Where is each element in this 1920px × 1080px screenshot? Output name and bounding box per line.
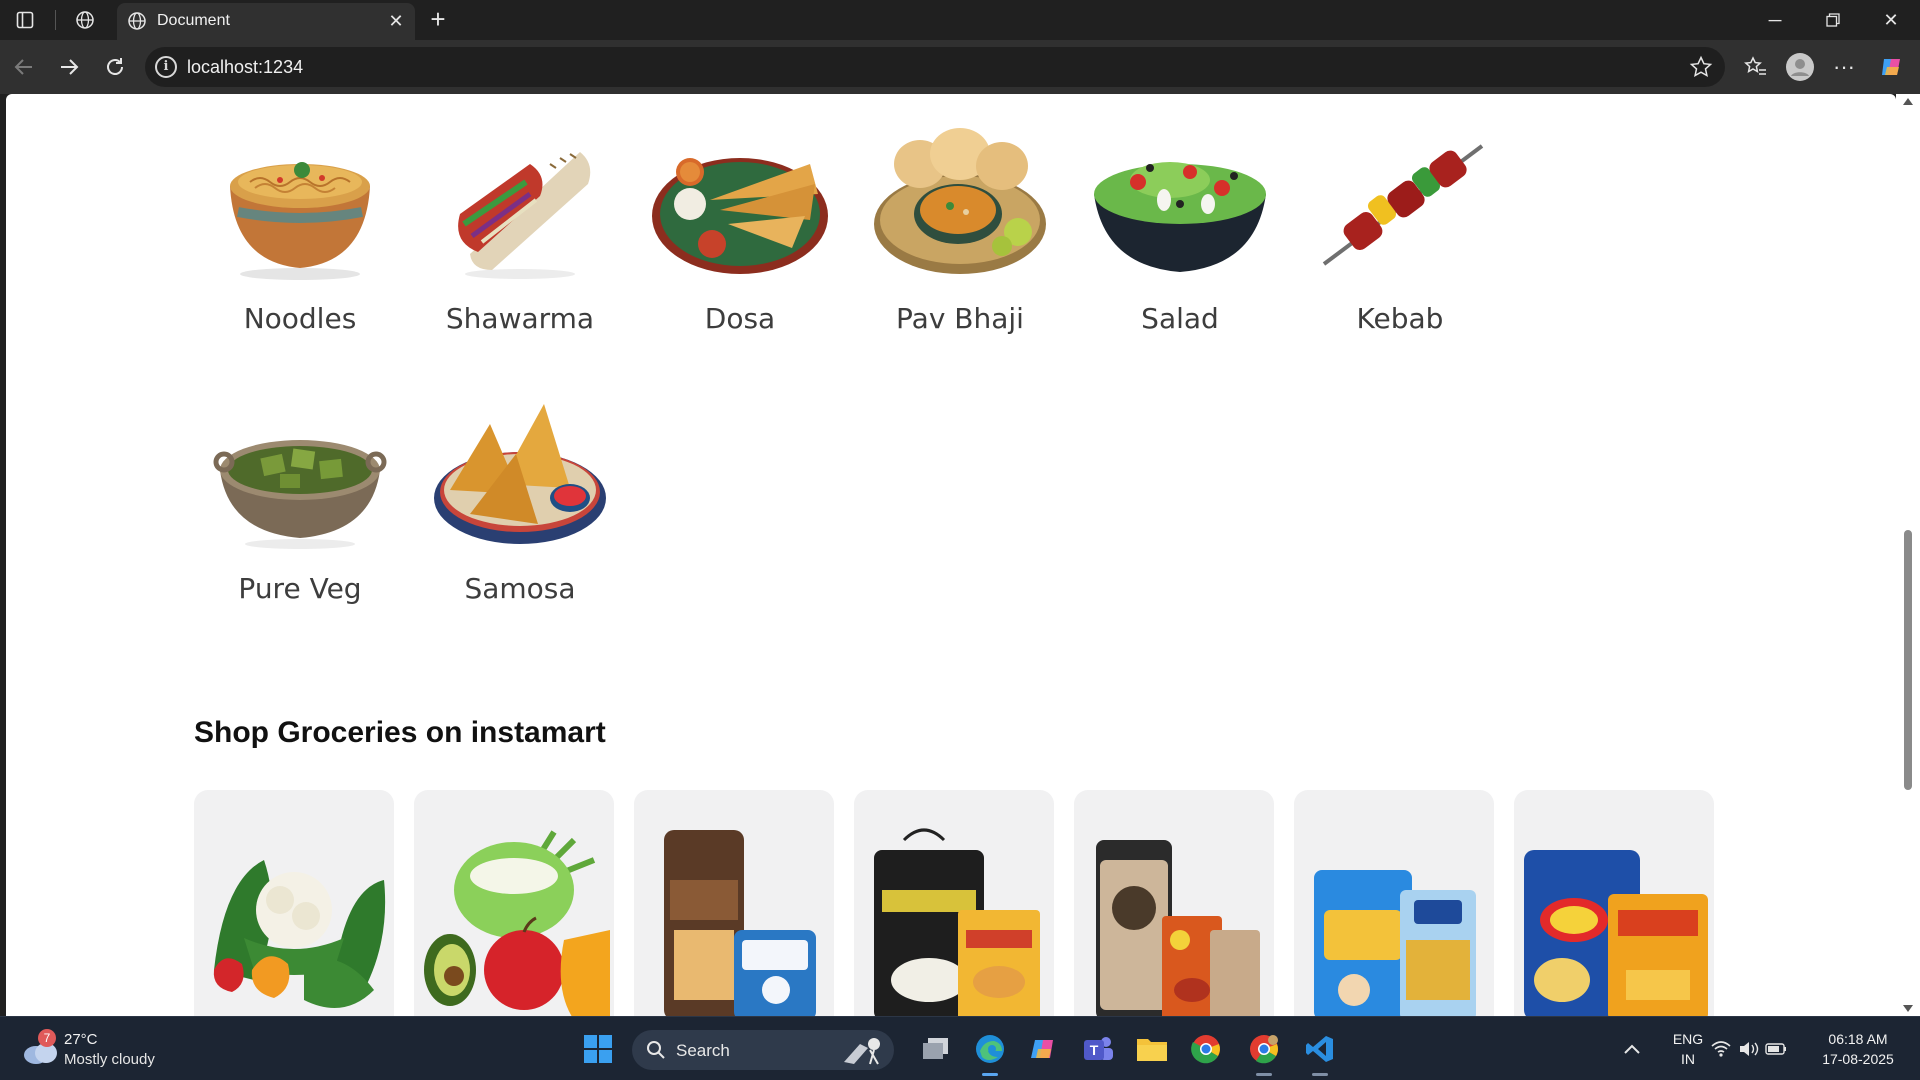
taskbar-search[interactable]: Search — [632, 1030, 894, 1070]
food-item-label: Pure Veg — [238, 572, 362, 605]
rice-atta-dals-image — [874, 828, 1040, 1016]
weather-badge: 7 — [38, 1029, 56, 1047]
munchies-image — [1524, 850, 1708, 1016]
grocery-card-oils[interactable] — [1294, 790, 1494, 1016]
workspaces-globe-icon[interactable] — [72, 7, 98, 33]
active-tab[interactable]: Document ✕ — [117, 3, 415, 40]
task-view-icon[interactable] — [918, 1031, 954, 1067]
food-item-label: Samosa — [464, 572, 576, 605]
grocery-card-fruits[interactable] — [414, 790, 614, 1016]
teams-icon[interactable]: T — [1080, 1031, 1116, 1067]
scrollbar-thumb[interactable] — [1904, 530, 1912, 790]
tab-close-icon[interactable]: ✕ — [385, 10, 407, 32]
favorites-list-icon[interactable] — [1741, 52, 1771, 82]
search-highlight-icon — [844, 1038, 880, 1065]
page-scrollbar[interactable] — [1896, 94, 1920, 1016]
edge-browser-icon[interactable] — [972, 1031, 1008, 1067]
noodles-bowl-image — [210, 124, 390, 284]
copilot-icon[interactable] — [1877, 52, 1907, 82]
vscode-icon[interactable] — [1302, 1031, 1338, 1067]
svg-text:T: T — [1090, 1042, 1099, 1058]
weather-temperature[interactable]: 27°C — [64, 1031, 98, 1048]
clock-time[interactable]: 06:18 AM — [1810, 1031, 1906, 1047]
search-icon — [647, 1041, 665, 1059]
favorite-star-icon[interactable] — [1689, 55, 1713, 79]
page-viewport: Noodles Shawarma Dosa Pav Bhaji Salad Ke… — [6, 94, 1896, 1016]
tab-globe-icon — [127, 11, 149, 33]
food-item-label: Shawarma — [445, 302, 595, 335]
food-item-label: Salad — [1141, 302, 1219, 335]
running-app-indicator — [1312, 1073, 1328, 1076]
weather-description[interactable]: Mostly cloudy — [64, 1051, 155, 1068]
food-item-shawarma[interactable]: Shawarma — [410, 124, 630, 335]
food-item-kebab[interactable]: Kebab — [1290, 124, 1510, 335]
grocery-card-rice-atta[interactable] — [854, 790, 1054, 1016]
restore-icon[interactable] — [1820, 8, 1846, 32]
samosa-plate-image — [430, 394, 610, 554]
address-url[interactable]: localhost:1234 — [187, 57, 303, 78]
forward-arrow-icon[interactable] — [55, 53, 83, 81]
sidebar-toggle-icon[interactable] — [12, 7, 38, 33]
search-label: Search — [676, 1041, 730, 1060]
dairy-bread-eggs-image — [664, 830, 816, 1016]
clock-date[interactable]: 17-08-2025 — [1810, 1051, 1906, 1067]
fresh-vegetables-image — [213, 860, 386, 1008]
grocery-section-title: Shop Groceries on instamart — [194, 716, 606, 749]
profile-avatar-icon[interactable] — [1785, 52, 1815, 82]
new-tab-button[interactable]: + — [424, 6, 452, 33]
pav-bhaji-image — [870, 124, 1050, 284]
grocery-card-dairy-bread[interactable] — [634, 790, 834, 1016]
refresh-icon[interactable] — [101, 53, 129, 81]
chevron-up-icon[interactable] — [1614, 1031, 1650, 1067]
windows-start-icon[interactable] — [580, 1031, 616, 1067]
food-item-label: Dosa — [704, 302, 776, 335]
language-indicator-line2[interactable]: IN — [1666, 1051, 1710, 1067]
windows-taskbar: 7 27°C Mostly cloudy Search T ENG IN 06:… — [0, 1016, 1920, 1080]
system-tray-status[interactable] — [1710, 1031, 1790, 1067]
shawarma-wrap-image — [430, 124, 610, 284]
kebab-skewer-image — [1310, 124, 1490, 284]
food-item-dosa[interactable]: Dosa — [630, 124, 850, 335]
food-item-label: Pav Bhaji — [896, 302, 1024, 335]
pure-veg-bowl-image — [210, 394, 390, 554]
close-window-icon[interactable]: ✕ — [1878, 8, 1904, 32]
language-indicator-line1[interactable]: ENG — [1666, 1031, 1710, 1047]
scroll-down-arrow-icon[interactable] — [1903, 1005, 1913, 1012]
grocery-card-vegetables[interactable] — [194, 790, 394, 1016]
fresh-fruits-image — [424, 830, 610, 1016]
address-bar[interactable]: i localhost:1234 — [145, 47, 1725, 87]
masalas-dry-fruits-image — [1096, 840, 1260, 1016]
file-explorer-icon[interactable] — [1134, 1031, 1170, 1067]
more-options-icon[interactable]: ··· — [1829, 52, 1859, 82]
food-item-pav-bhaji[interactable]: Pav Bhaji — [850, 124, 1070, 335]
grocery-card-munchies[interactable] — [1514, 790, 1714, 1016]
active-app-indicator — [982, 1073, 998, 1076]
tab-title: Document — [157, 12, 230, 29]
chrome-profile-icon[interactable] — [1246, 1031, 1282, 1067]
running-app-indicator — [1256, 1073, 1272, 1076]
food-item-label: Noodles — [243, 302, 357, 335]
food-item-pure-veg[interactable]: Pure Veg — [190, 394, 410, 605]
minimize-icon[interactable]: ─ — [1762, 8, 1788, 32]
food-item-label: Kebab — [1356, 302, 1444, 335]
copilot-app-icon[interactable] — [1026, 1031, 1062, 1067]
browser-titlebar: Document ✕ + ─ ✕ — [0, 0, 1920, 40]
salad-bowl-image — [1090, 124, 1270, 284]
site-info-icon[interactable]: i — [155, 56, 177, 78]
food-item-samosa[interactable]: Samosa — [410, 394, 630, 605]
dosa-plate-image — [650, 124, 830, 284]
browser-toolbar: i localhost:1234 ··· — [0, 40, 1920, 94]
food-item-noodles[interactable]: Noodles — [190, 124, 410, 335]
divider — [55, 10, 56, 30]
grocery-card-masalas[interactable] — [1074, 790, 1274, 1016]
back-arrow-icon[interactable] — [10, 53, 38, 81]
oils-ghee-image — [1314, 870, 1476, 1016]
scroll-up-arrow-icon[interactable] — [1903, 98, 1913, 105]
food-item-salad[interactable]: Salad — [1070, 124, 1290, 335]
chrome-icon[interactable] — [1188, 1031, 1224, 1067]
